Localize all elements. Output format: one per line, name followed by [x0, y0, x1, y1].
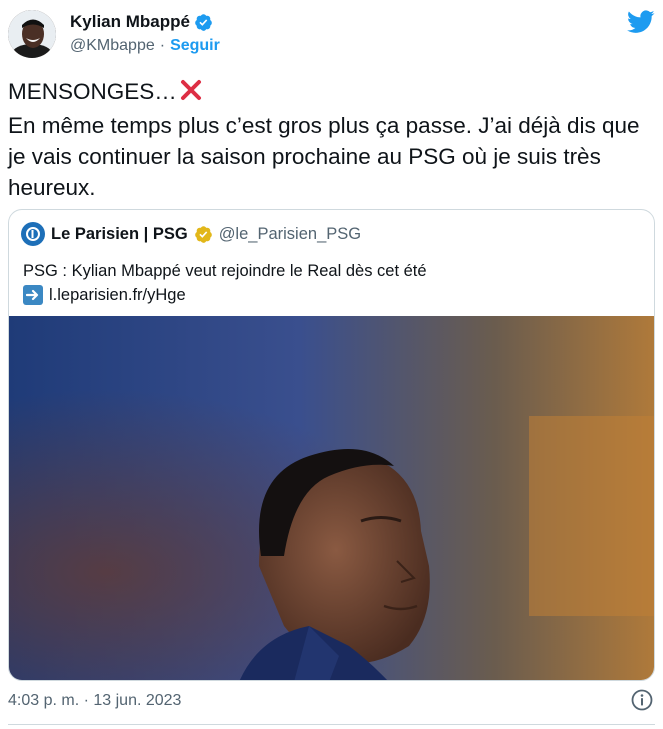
gold-verified-badge-icon [194, 225, 213, 244]
author-avatar[interactable] [8, 10, 56, 58]
tweet-body: MENSONGES… En même temps plus c’est gros… [8, 76, 655, 203]
quoted-tweet-text: PSG : Kylian Mbappé veut rejoindre le Re… [23, 262, 427, 280]
quoted-tweet-photo[interactable] [9, 316, 654, 680]
cross-mark-icon [179, 78, 203, 110]
quoted-author-name[interactable]: Le Parisien | PSG [51, 225, 188, 244]
author-handle[interactable]: @KMbappe [70, 37, 155, 55]
quoted-avatar[interactable] [21, 222, 45, 246]
right-arrow-icon [23, 285, 43, 305]
quoted-tweet-header: Le Parisien | PSG @le_Parisien_PSG [21, 222, 361, 246]
info-icon[interactable] [631, 689, 653, 711]
divider [8, 724, 655, 725]
tweet-line-2: En même temps plus c’est gros plus ça pa… [8, 113, 640, 200]
quoted-author-handle[interactable]: @le_Parisien_PSG [219, 225, 361, 244]
tweet-header: Kylian Mbappé @KMbappe · Seguir [8, 10, 655, 66]
tweet-line-1: MENSONGES… [8, 76, 655, 110]
tweet-headline: MENSONGES… [8, 79, 177, 104]
verified-badge-icon [194, 13, 213, 32]
quoted-link-row: l.leparisien.fr/yHge [23, 283, 186, 307]
author-name[interactable]: Kylian Mbappé [70, 12, 190, 32]
author-name-row: Kylian Mbappé [70, 12, 213, 32]
tweet-timestamp[interactable]: 4:03 p. m. · 13 jun. 2023 [8, 692, 181, 710]
quoted-link[interactable]: l.leparisien.fr/yHge [49, 283, 186, 307]
twitter-bird-icon[interactable] [627, 10, 655, 34]
quoted-tweet-card[interactable]: Le Parisien | PSG @le_Parisien_PSG PSG :… [8, 209, 655, 681]
follow-button[interactable]: Seguir [170, 37, 220, 55]
author-handle-row: @KMbappe · Seguir [70, 37, 220, 55]
separator-dot: · [159, 37, 166, 54]
